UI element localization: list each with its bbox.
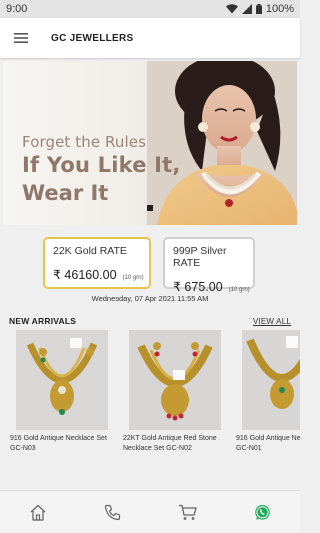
whatsapp-icon[interactable] (243, 492, 283, 532)
product-image[interactable] (242, 330, 300, 430)
wifi-icon (225, 4, 238, 14)
status-icons: 100% (225, 3, 294, 15)
gold-rate-value: ₹ 46160.00 (53, 268, 117, 282)
rates-updated-date: Wednesday, 07 Apr 2021 11:55 AM (91, 294, 209, 303)
product-card[interactable]: 916 Gold Antique Necklace Set GC-N03 (10, 330, 114, 454)
signal-icon (241, 4, 252, 14)
product-name: 22KT Gold Antique Red Stone Necklace Set… (123, 435, 217, 452)
banner-tagline: Forget the Rules (22, 133, 147, 151)
battery-level: 100% (265, 3, 294, 15)
product-name: 916 Gold Antique Necklace Set GC-N01 (236, 435, 300, 452)
cart-icon[interactable] (168, 492, 208, 532)
gold-rate-unit: (10 grn) (122, 275, 144, 281)
model-with-jewellery-image (147, 61, 297, 225)
status-bar: 9:00 100% (0, 0, 300, 18)
view-all-link[interactable]: VIEW ALL (253, 317, 291, 326)
phone-icon[interactable] (93, 492, 133, 532)
bottom-navigation (0, 490, 300, 533)
product-image[interactable] (16, 330, 108, 430)
product-image[interactable] (129, 330, 221, 430)
gold-rate-label: 22K Gold RATE (53, 245, 127, 257)
new-arrivals-list[interactable]: 916 Gold Antique Necklace Set GC-N03 22K… (0, 330, 300, 470)
silver-rate-label: 999P Silver RATE (173, 245, 227, 269)
carousel-indicator[interactable] (147, 205, 153, 211)
banner-headline-2: Wear It (22, 181, 109, 205)
gold-rate-card[interactable]: 22K Gold RATE ₹ 46160.00 (10 grn) (43, 237, 151, 289)
product-card[interactable]: 916 Gold Antique Necklace Set GC-N01 (236, 330, 300, 454)
home-icon[interactable] (18, 492, 58, 532)
app-title: GC JEWELLERS (51, 32, 134, 44)
app-bar: GC JEWELLERS (0, 18, 300, 58)
silver-rate-card[interactable]: 999P Silver RATE ₹ 675.00 (10 grn) (163, 237, 255, 294)
product-card[interactable]: 22KT Gold Antique Red Stone Necklace Set… (123, 330, 227, 454)
new-arrivals-header: NEW ARRIVALS VIEW ALL (9, 316, 291, 326)
battery-icon (255, 4, 262, 14)
new-arrivals-title: NEW ARRIVALS (9, 316, 77, 326)
promo-banner[interactable]: Forget the Rules If You Like It, Wear It (3, 61, 297, 225)
banner-headline-1: If You Like It, (22, 153, 181, 177)
rates-section: 22K Gold RATE ₹ 46160.00 (10 grn) 999P S… (0, 226, 300, 312)
status-time: 9:00 (6, 3, 28, 15)
product-name: 916 Gold Antique Necklace Set GC-N03 (10, 435, 107, 452)
silver-rate-unit: (10 grn) (228, 287, 250, 293)
hamburger-menu-icon[interactable] (1, 18, 41, 58)
silver-rate-value: ₹ 675.00 (173, 280, 223, 294)
